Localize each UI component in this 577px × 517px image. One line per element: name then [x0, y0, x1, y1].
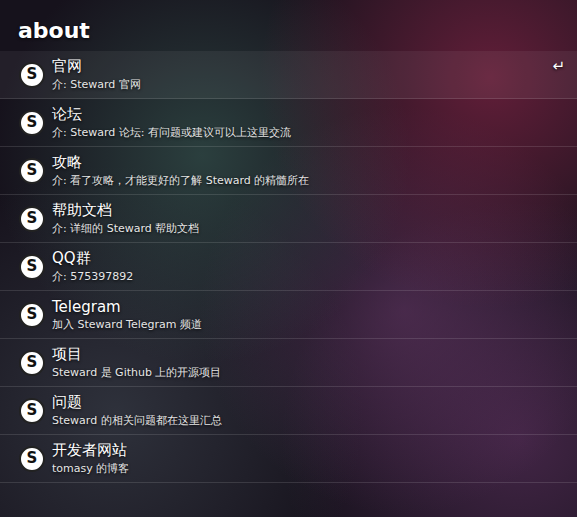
result-text: 开发者网站tomasy 的博客 — [52, 441, 565, 476]
enter-icon: ↵ — [552, 57, 565, 75]
steward-logo-icon: S — [19, 446, 45, 472]
result-title: 帮助文档 — [52, 201, 565, 220]
result-subtitle: tomasy 的博客 — [52, 461, 565, 476]
result-subtitle: 介: 详细的 Steward 帮助文档 — [52, 221, 565, 236]
result-text: Telegram加入 Steward Telegram 频道 — [52, 298, 565, 332]
steward-logo-icon: S — [19, 62, 45, 88]
result-title: Telegram — [52, 298, 565, 316]
result-row[interactable]: S 问题Steward 的相关问题都在这里汇总 — [0, 387, 577, 435]
steward-logo-icon: S — [19, 350, 45, 376]
result-title: QQ群 — [52, 249, 565, 268]
steward-logo-icon: S — [19, 110, 45, 136]
result-row[interactable]: S 攻略介: 看了攻略，才能更好的了解 Steward 的精髓所在 — [0, 147, 577, 195]
result-subtitle: 介: Steward 论坛: 有问题或建议可以上这里交流 — [52, 125, 565, 140]
result-title: 开发者网站 — [52, 441, 565, 460]
steward-logo-icon: S — [19, 254, 45, 280]
steward-logo-icon: S — [19, 158, 45, 184]
result-text: QQ群介: 575397892 — [52, 249, 565, 284]
result-row[interactable]: S Telegram加入 Steward Telegram 频道 — [0, 291, 577, 339]
result-subtitle: 加入 Steward Telegram 频道 — [52, 317, 565, 332]
result-subtitle: Steward 是 Github 上的开源项目 — [52, 365, 565, 380]
steward-logo-icon: S — [19, 302, 45, 328]
result-text: 问题Steward 的相关问题都在这里汇总 — [52, 393, 565, 428]
result-row[interactable]: S 帮助文档介: 详细的 Steward 帮助文档 — [0, 195, 577, 243]
result-row[interactable]: S 项目Steward 是 Github 上的开源项目 — [0, 339, 577, 387]
result-row[interactable]: S 开发者网站tomasy 的博客 — [0, 435, 577, 483]
result-title: 攻略 — [52, 153, 565, 172]
result-row[interactable]: S 官网介: Steward 官网 ↵ — [0, 51, 577, 99]
result-title: 官网 — [52, 57, 545, 76]
result-text: 项目Steward 是 Github 上的开源项目 — [52, 345, 565, 380]
launcher-window: about S 官网介: Steward 官网 ↵ S 论坛介: Steward 论坛: … — [0, 0, 577, 517]
result-text: 帮助文档介: 详细的 Steward 帮助文档 — [52, 201, 565, 236]
steward-logo-icon: S — [19, 398, 45, 424]
result-text: 攻略介: 看了攻略，才能更好的了解 Steward 的精髓所在 — [52, 153, 565, 188]
result-subtitle: Steward 的相关问题都在这里汇总 — [52, 413, 565, 428]
result-subtitle: 介: 看了攻略，才能更好的了解 Steward 的精髓所在 — [52, 173, 565, 188]
result-list: S 官网介: Steward 官网 ↵ S 论坛介: Steward 论坛: 有问题或建… — [0, 51, 577, 483]
result-title: 问题 — [52, 393, 565, 412]
steward-logo-icon: S — [19, 206, 45, 232]
result-text: 论坛介: Steward 论坛: 有问题或建议可以上这里交流 — [52, 105, 565, 140]
result-row[interactable]: S 论坛介: Steward 论坛: 有问题或建议可以上这里交流 — [0, 99, 577, 147]
result-title: 项目 — [52, 345, 565, 364]
window-title: about — [0, 0, 577, 51]
result-row[interactable]: S QQ群介: 575397892 — [0, 243, 577, 291]
result-subtitle: 介: Steward 官网 — [52, 77, 545, 92]
result-text: 官网介: Steward 官网 — [52, 57, 545, 92]
result-subtitle: 介: 575397892 — [52, 269, 565, 284]
result-title: 论坛 — [52, 105, 565, 124]
